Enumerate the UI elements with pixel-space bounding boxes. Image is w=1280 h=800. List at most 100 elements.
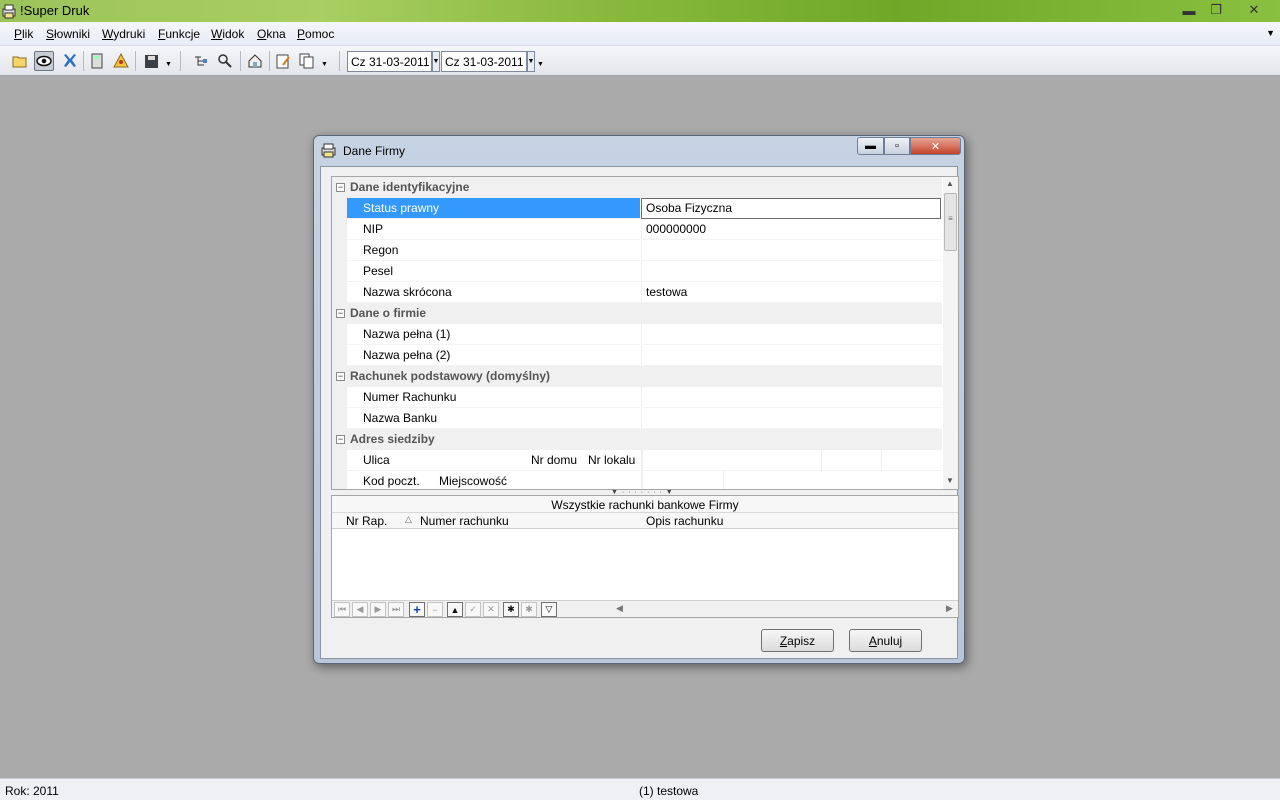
delete-record-icon[interactable]: − [427,602,443,617]
toolbar-separator [339,51,340,71]
full-name-2-value[interactable] [641,345,941,366]
minimize-button[interactable]: ▬ [1176,0,1202,20]
document-edit-icon[interactable] [273,51,293,71]
scroll-thumb[interactable]: ≡ [944,193,957,251]
dialog-minimize-button[interactable]: ▬ [857,137,884,155]
city-value[interactable] [723,471,941,489]
search-person-icon[interactable] [215,51,235,71]
row-nazwa-skrocona[interactable]: Nazwa skrócona testowa [332,282,942,303]
column-header-nr-rap[interactable]: Nr Rap. [346,514,387,528]
house-no-value[interactable] [821,450,881,471]
menu-slowniki[interactable]: Słowniki [46,27,90,41]
row-ulica[interactable]: Ulica Nr domu Nr lokalu [332,450,942,471]
scroll-right-icon[interactable]: ▶ [946,603,953,614]
cancel-record-icon[interactable]: ✕ [483,602,499,617]
tools-icon[interactable] [59,51,79,71]
refresh-record-icon[interactable]: ✱ [503,602,519,617]
tree-structure-icon[interactable] [191,51,211,71]
date-to-dropdown-icon[interactable]: ▼ [527,51,535,72]
short-name-value[interactable]: testowa [641,282,941,303]
full-name-1-value[interactable] [641,324,941,345]
row-status-prawny[interactable]: Status prawny Osoba Fizyczna [332,198,942,219]
company-property-grid: − Dane identyfikacyjne Status prawny Oso… [331,176,959,490]
regon-value[interactable] [641,240,941,261]
close-button[interactable]: ✕ [1232,0,1276,20]
restore-button[interactable]: ❐ [1203,0,1229,20]
next-record-icon[interactable]: ▶ [370,602,386,617]
dialog-close-button[interactable]: ✕ [910,137,961,155]
category-identification[interactable]: − Dane identyfikacyjne [332,177,942,198]
save-button[interactable]: Zapisz [761,629,834,652]
edit-record-icon[interactable]: ▲ [447,602,463,617]
save-dropdown-icon[interactable]: ▼ [165,61,172,68]
toolbar-separator [240,51,241,71]
nip-value[interactable]: 000000000 [641,219,941,240]
category-about[interactable]: − Dane o firmie [332,303,942,324]
pesel-value[interactable] [641,261,941,282]
cancel-button[interactable]: Anuluj [849,629,922,652]
preview-eye-icon[interactable] [34,51,54,71]
collapse-icon[interactable]: − [336,372,345,381]
menu-plik[interactable]: Plik [14,27,33,41]
sort-ascending-icon[interactable]: △ [405,514,412,525]
scroll-down-icon[interactable]: ▼ [946,476,954,485]
row-nazwa-pelna-1[interactable]: Nazwa pełna (1) [332,324,942,345]
copy-document-icon[interactable] [297,51,317,71]
first-record-icon[interactable]: ⏮ [334,602,350,617]
row-nazwa-banku[interactable]: Nazwa Banku [332,408,942,429]
collapse-icon[interactable]: − [336,309,345,318]
dialog-app-icon [321,143,336,158]
menu-wydruki[interactable]: Wydruki [102,27,145,41]
category-address[interactable]: − Adres siedziby [332,429,942,450]
row-regon[interactable]: Regon [332,240,942,261]
date-to-field[interactable]: Cz 31-03-2011 [441,51,527,72]
nip-label: NIP [347,219,640,240]
dialog-maximize-button[interactable]: ▫ [884,137,910,155]
calculator-icon[interactable] [87,51,107,71]
row-gutter [332,450,347,471]
column-header-opis-rachunku[interactable]: Opis rachunku [646,514,723,528]
flat-no-value[interactable] [881,450,941,471]
save-disk-icon[interactable] [141,51,161,71]
insert-record-icon[interactable]: + [409,602,425,617]
menu-okna[interactable]: Okna [257,27,286,41]
pesel-label: Pesel [347,261,640,282]
grid-navigator: ⏮ ◀ ▶ ⏭ + − ▲ ✓ ✕ ✱ ✱ ▽ ◀ ▶ [332,600,958,617]
row-nip[interactable]: NIP 000000000 [332,219,942,240]
account-number-value[interactable] [641,387,941,408]
postal-code-value[interactable] [642,471,723,489]
property-grid-scrollbar[interactable]: ▲ ≡ ▼ [943,177,958,489]
flat-no-label: Nr lokalu [588,453,636,467]
collapse-icon[interactable]: − [336,435,345,444]
toolbar-overflow-icon[interactable]: ▼ [537,61,544,68]
scroll-up-icon[interactable]: ▲ [946,179,954,188]
menu-pomoc[interactable]: Pomoc [297,27,334,41]
menu-overflow-icon[interactable]: ▼ [1266,28,1275,38]
menu-widok[interactable]: Widok [211,27,244,41]
row-pesel[interactable]: Pesel [332,261,942,282]
bookmark-record-icon[interactable]: ✱ [521,602,537,617]
street-value[interactable] [642,450,821,471]
date-from-field[interactable]: Cz 31-03-2011 [347,51,432,72]
scroll-left-icon[interactable]: ◀ [616,603,623,614]
column-header-numer-rachunku[interactable]: Numer rachunku [420,514,509,528]
row-numer-rachunku[interactable]: Numer Rachunku [332,387,942,408]
prior-record-icon[interactable]: ◀ [352,602,368,617]
post-record-icon[interactable]: ✓ [465,602,481,617]
bank-name-value[interactable] [641,408,941,429]
row-gutter [332,387,347,408]
filter-icon[interactable]: ▽ [541,602,557,617]
date-from-dropdown-icon[interactable]: ▼ [432,51,440,72]
copy-dropdown-icon[interactable]: ▼ [321,61,328,68]
category-account[interactable]: − Rachunek podstawowy (domyślny) [332,366,942,387]
last-record-icon[interactable]: ⏭ [388,602,404,617]
row-gutter [332,324,347,345]
row-kod-pocztowy[interactable]: Kod poczt. Miejscowość [332,471,942,489]
warning-person-icon[interactable] [111,51,131,71]
home-icon[interactable] [245,51,265,71]
row-nazwa-pelna-2[interactable]: Nazwa pełna (2) [332,345,942,366]
open-folder-icon[interactable] [10,51,30,71]
menu-funkcje[interactable]: Funkcje [158,27,200,41]
status-prawny-value[interactable]: Osoba Fizyczna [641,198,941,219]
collapse-icon[interactable]: − [336,183,345,192]
